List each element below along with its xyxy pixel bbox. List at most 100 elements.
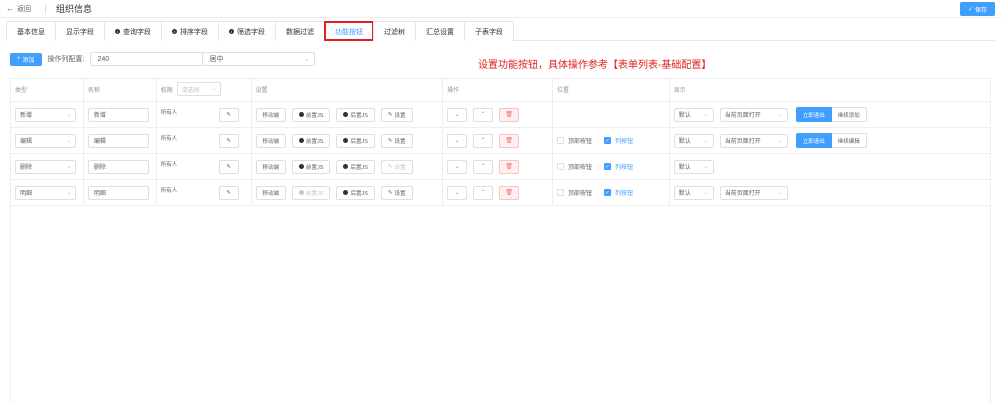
move-up-button[interactable]: ⌃: [473, 185, 494, 200]
checkbox-icon: [556, 189, 564, 196]
column-button-label: 列按钮: [614, 139, 633, 145]
front-js-button[interactable]: 前置JS: [292, 133, 331, 148]
mobile-button[interactable]: 移动端: [255, 185, 287, 200]
name-input[interactable]: 编辑: [87, 133, 149, 148]
move-down-button[interactable]: ⌄: [447, 185, 468, 200]
display-select[interactable]: 默认 ⌄: [673, 185, 714, 200]
col-display: 显示: [673, 88, 686, 94]
pencil-icon: ✎: [226, 163, 232, 170]
trash-icon: 🗑: [505, 190, 513, 196]
front-js-button[interactable]: 前置JS: [292, 185, 331, 200]
after-action-option[interactable]: 立即退出: [795, 133, 832, 148]
delete-button[interactable]: 🗑: [499, 133, 520, 148]
mobile-button[interactable]: 移动端: [255, 133, 287, 148]
chevron-down-icon: ⌄: [777, 111, 784, 118]
top-button-checkbox[interactable]: 顶部按钮: [556, 136, 592, 145]
op-column-width-input[interactable]: 240: [90, 52, 204, 66]
type-select[interactable]: 明细 ⌄: [15, 185, 76, 200]
edit-perm-button[interactable]: ✎: [218, 107, 239, 122]
chevron-down-icon: ⌄: [703, 137, 710, 144]
after-action-option[interactable]: 继续添加: [831, 107, 867, 122]
name-input[interactable]: 删除: [87, 159, 149, 174]
info-icon: [299, 112, 305, 117]
chevron-down-icon: ⌄: [65, 111, 72, 118]
move-up-button[interactable]: ⌃: [473, 107, 494, 122]
column-button-checkbox[interactable]: ✓ 列按钮: [603, 162, 633, 171]
column-button-checkbox[interactable]: ✓ 列按钮: [603, 136, 633, 145]
move-up-button[interactable]: ⌃: [473, 133, 494, 148]
back-button[interactable]: ← 返回: [6, 4, 31, 14]
save-button[interactable]: ✓ 保存: [959, 2, 995, 16]
setting-button[interactable]: ✎ 设置: [380, 107, 413, 122]
tab-label: 查询字段: [123, 28, 151, 36]
back-js-button[interactable]: 后置JS: [336, 159, 375, 174]
tab-1[interactable]: 显示字段: [55, 21, 105, 41]
type-select[interactable]: 编辑 ⌄: [15, 133, 76, 148]
front-js-button[interactable]: 前置JS: [292, 159, 331, 174]
top-button-checkbox[interactable]: 顶部按钮: [556, 188, 592, 197]
open-mode-select[interactable]: 当前页面打开 ⌄: [719, 185, 788, 200]
tab-0[interactable]: 基本信息: [6, 21, 56, 41]
tab-6[interactable]: 功能按钮: [324, 21, 374, 41]
perm-header-select[interactable]: 请选择 ⌄: [176, 82, 221, 96]
display-select[interactable]: 默认 ⌄: [673, 107, 714, 122]
info-icon: [343, 138, 349, 143]
tab-8[interactable]: 汇总设置: [415, 21, 465, 41]
add-button[interactable]: + 添加: [10, 52, 42, 66]
delete-button[interactable]: 🗑: [499, 107, 520, 122]
edit-perm-button[interactable]: ✎: [218, 159, 239, 174]
mobile-button[interactable]: 移动端: [255, 159, 287, 174]
after-action-option[interactable]: 继续编辑: [831, 133, 867, 148]
type-value: 明细: [20, 191, 33, 197]
back-js-button-label: 后置JS: [350, 190, 368, 197]
after-action-option[interactable]: 立即退出: [795, 107, 832, 122]
after-action-toggle: 立即退出 继续添加: [795, 107, 867, 122]
front-js-button-label: 前置JS: [306, 138, 324, 145]
edit-perm-button[interactable]: ✎: [218, 185, 239, 200]
open-mode-select[interactable]: 当前页面打开 ⌄: [719, 133, 788, 148]
tab-2[interactable]: i 查询字段: [104, 21, 162, 41]
chevron-down-icon: ⌄: [703, 163, 710, 170]
move-down-button[interactable]: ⌄: [447, 133, 468, 148]
table-row: 编辑 ⌄ 编辑 所有人 ✎ 移动端 前置JS 后置JS ✎ 设置 ⌄ ⌃ 🗑 顶部按钮 ✓ 列按钮 默认 ⌄ 当前页…: [11, 128, 990, 154]
tab-5[interactable]: 数据过滤: [275, 21, 325, 41]
tab-9[interactable]: 子表字段: [464, 21, 514, 41]
open-mode-select[interactable]: 当前页面打开 ⌄: [719, 107, 788, 122]
type-select[interactable]: 删除 ⌄: [15, 159, 76, 174]
col-name: 名称: [84, 79, 157, 101]
setting-button[interactable]: ✎ 设置: [380, 159, 413, 174]
delete-button[interactable]: 🗑: [499, 159, 520, 174]
display-select[interactable]: 默认 ⌄: [673, 159, 714, 174]
type-select[interactable]: 新增 ⌄: [15, 107, 76, 122]
back-js-button[interactable]: 后置JS: [336, 185, 375, 200]
display-value: 默认: [678, 191, 691, 197]
front-js-button-label: 前置JS: [306, 190, 324, 197]
front-js-button[interactable]: 前置JS: [292, 107, 331, 122]
chevron-up-icon: ⌃: [480, 164, 486, 170]
move-down-button[interactable]: ⌄: [447, 159, 468, 174]
display-value: 默认: [678, 139, 691, 145]
tab-7[interactable]: 过滤树: [373, 21, 416, 41]
buttons-table: 类型 名称 权限 请选择 ⌄ 设置 操作 位置 显示 新增 ⌄ 新增 所有人 ✎ 移动端前…: [10, 78, 991, 403]
back-js-button[interactable]: 后置JS: [336, 107, 375, 122]
move-down-button[interactable]: ⌄: [447, 107, 468, 122]
col-perm-label: 权限: [160, 88, 173, 94]
chevron-down-icon: ⌄: [210, 86, 217, 92]
setting-button[interactable]: ✎ 设置: [380, 133, 413, 148]
setting-button[interactable]: ✎ 设置: [380, 185, 413, 200]
perm-cell: 所有人 ✎: [157, 102, 252, 127]
back-js-button[interactable]: 后置JS: [336, 133, 375, 148]
type-value: 编辑: [20, 139, 33, 145]
display-select[interactable]: 默认 ⌄: [673, 133, 714, 148]
delete-button[interactable]: 🗑: [499, 185, 520, 200]
mobile-button[interactable]: 移动端: [255, 107, 287, 122]
tab-4[interactable]: i 筛选字段: [218, 21, 276, 41]
column-button-checkbox[interactable]: ✓ 列按钮: [603, 188, 633, 197]
name-input[interactable]: 新增: [87, 107, 149, 122]
top-button-checkbox[interactable]: 顶部按钮: [556, 162, 592, 171]
move-up-button[interactable]: ⌃: [473, 159, 494, 174]
edit-perm-button[interactable]: ✎: [218, 133, 239, 148]
align-select[interactable]: 居中 ⌄: [202, 52, 316, 66]
name-input[interactable]: 明细: [87, 185, 149, 200]
tab-3[interactable]: i 排序字段: [161, 21, 219, 41]
